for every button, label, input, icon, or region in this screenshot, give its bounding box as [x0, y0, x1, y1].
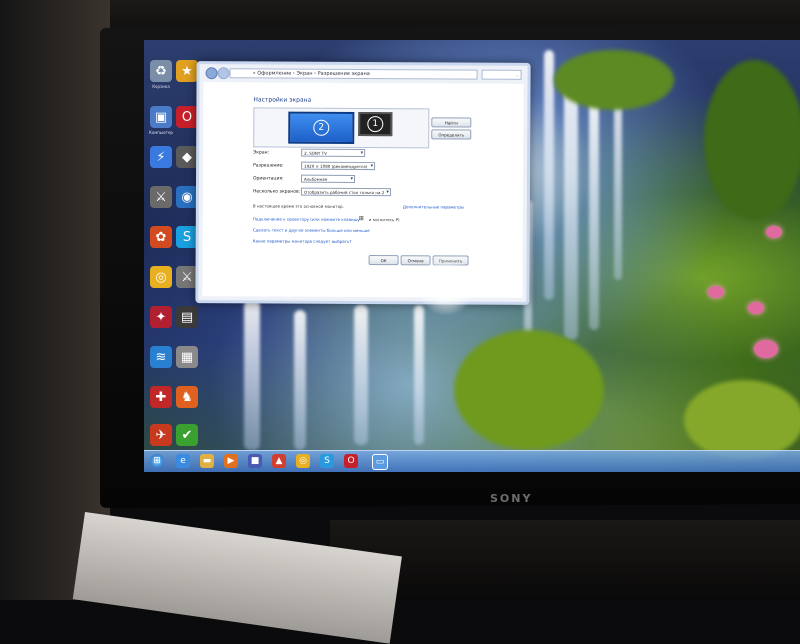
search-input[interactable]: ⌕: [481, 69, 522, 80]
media-player-icon[interactable]: ▶: [224, 454, 238, 468]
orientation-select[interactable]: Альбомная: [301, 174, 356, 183]
app-icon[interactable]: S: [320, 454, 334, 468]
which-settings-link[interactable]: Какие параметры монитора следует выбрать…: [253, 238, 352, 244]
chrome-icon[interactable]: ◎: [296, 454, 310, 468]
orientation-label: Ориентация:: [253, 176, 284, 182]
monitor-number: 2: [313, 119, 330, 136]
dialog-content: Настройки экрана 2 1 Найти Определить Эк…: [202, 82, 524, 298]
page-title: Настройки экрана: [253, 96, 312, 104]
wallpaper-waterfall: [544, 50, 554, 300]
desktop-icon-label: Компьютер: [149, 130, 173, 135]
monitor-icon[interactable]: ▭: [372, 454, 388, 470]
app-icon[interactable]: ✿: [150, 226, 172, 248]
taskbar: ⊞ e ▬ ▶ ■ ▲ ◎ S O ▭: [144, 450, 800, 472]
wallpaper-moss-rock: [454, 330, 604, 450]
monitor-number: 1: [367, 116, 384, 133]
game-icon[interactable]: ⚔: [150, 186, 172, 208]
desktop-screen: ♻ Корзина ★ ▣ Компьютер O ⚡ ◆ ⚔ ◉ ✿ S ◎ …: [144, 40, 800, 472]
app-icon[interactable]: ▲: [272, 454, 286, 468]
wallpaper-flower: [708, 286, 724, 298]
network-icon[interactable]: ≋: [150, 346, 172, 368]
app-icon[interactable]: ◉: [176, 186, 198, 208]
resolution-label: Разрешение:: [253, 163, 284, 169]
app-icon[interactable]: ✚: [150, 386, 172, 408]
opera-icon[interactable]: O: [344, 454, 358, 468]
wallpaper-moss-rock: [554, 50, 674, 110]
multiple-displays-label: Несколько экранов:: [252, 189, 301, 195]
resolution-select[interactable]: 1920 × 1080 (рекомендуется): [301, 161, 376, 171]
app-icon[interactable]: ✔: [176, 424, 198, 446]
app-icon[interactable]: ✦: [150, 306, 172, 328]
display-label: Экран:: [253, 150, 270, 156]
wallpaper-flower: [766, 226, 782, 238]
app-icon[interactable]: ✈: [150, 424, 172, 446]
main-monitor-note: В настоящее время это основной монитор.: [252, 203, 344, 209]
display-select[interactable]: 2. SONY TV: [301, 148, 366, 158]
wallpaper-waterfall: [414, 305, 424, 445]
wallpaper-waterfall: [589, 100, 599, 330]
wallpaper-moss-rock: [684, 380, 800, 460]
wallpaper-flower: [754, 340, 778, 358]
start-orb-icon[interactable]: ⊞: [150, 454, 164, 468]
app-icon[interactable]: ▦: [176, 346, 198, 368]
app-icon[interactable]: ★: [176, 60, 198, 82]
advanced-settings-link[interactable]: Дополнительные параметры: [403, 204, 464, 209]
ok-button[interactable]: ОК: [368, 255, 399, 266]
wallpaper-waterfall: [294, 310, 306, 450]
tv-brand-logo: SONY: [490, 492, 533, 505]
text-size-link[interactable]: Сделать текст и другие элементы больше и…: [253, 227, 370, 233]
ie-icon[interactable]: e: [176, 454, 190, 468]
app-icon[interactable]: ▤: [176, 306, 198, 328]
projector-suffix: и коснитесь P): [368, 217, 400, 223]
monitor-arrangement: 2 1: [253, 107, 430, 149]
detect-button[interactable]: Найти: [431, 117, 472, 128]
app-icon[interactable]: ■: [248, 454, 262, 468]
computer-icon[interactable]: ▣: [150, 106, 172, 128]
forward-button[interactable]: [217, 67, 230, 80]
wallpaper-moss-rock: [704, 60, 800, 220]
back-button[interactable]: [205, 67, 218, 80]
multiple-displays-select[interactable]: Отобразить рабочий стол только на 2: [300, 187, 391, 197]
screen-resolution-window: « Оформление › Экран › Разрешение экрана…: [195, 61, 531, 305]
address-bar[interactable]: « Оформление › Экран › Разрешение экрана: [229, 68, 478, 80]
wallpaper-flower: [748, 302, 764, 314]
app-icon[interactable]: ♞: [176, 386, 198, 408]
app-icon[interactable]: ◆: [176, 146, 198, 168]
camera-flash-glare: [416, 256, 476, 316]
search-icon: ⌕: [516, 72, 519, 78]
projector-link[interactable]: Подключение к проектору (или нажмите кла…: [253, 216, 360, 222]
wallpaper-waterfall: [244, 300, 260, 450]
monitor-1-tile[interactable]: 1: [358, 111, 393, 137]
identify-button[interactable]: Определить: [431, 129, 472, 140]
app-icon[interactable]: ⚡: [150, 146, 172, 168]
folder-icon[interactable]: ▬: [200, 454, 214, 468]
windows-key-icon: ⊞: [358, 214, 364, 223]
monitor-2-tile[interactable]: 2: [288, 111, 355, 144]
chrome-icon[interactable]: ◎: [150, 266, 172, 288]
recycle-bin-icon[interactable]: ♻: [150, 60, 172, 82]
desktop-icon-label: Корзина: [152, 84, 170, 89]
wallpaper-waterfall: [354, 305, 368, 445]
room-wall: [0, 0, 110, 600]
wallpaper-waterfall: [564, 80, 578, 340]
opera-icon[interactable]: O: [176, 106, 198, 128]
